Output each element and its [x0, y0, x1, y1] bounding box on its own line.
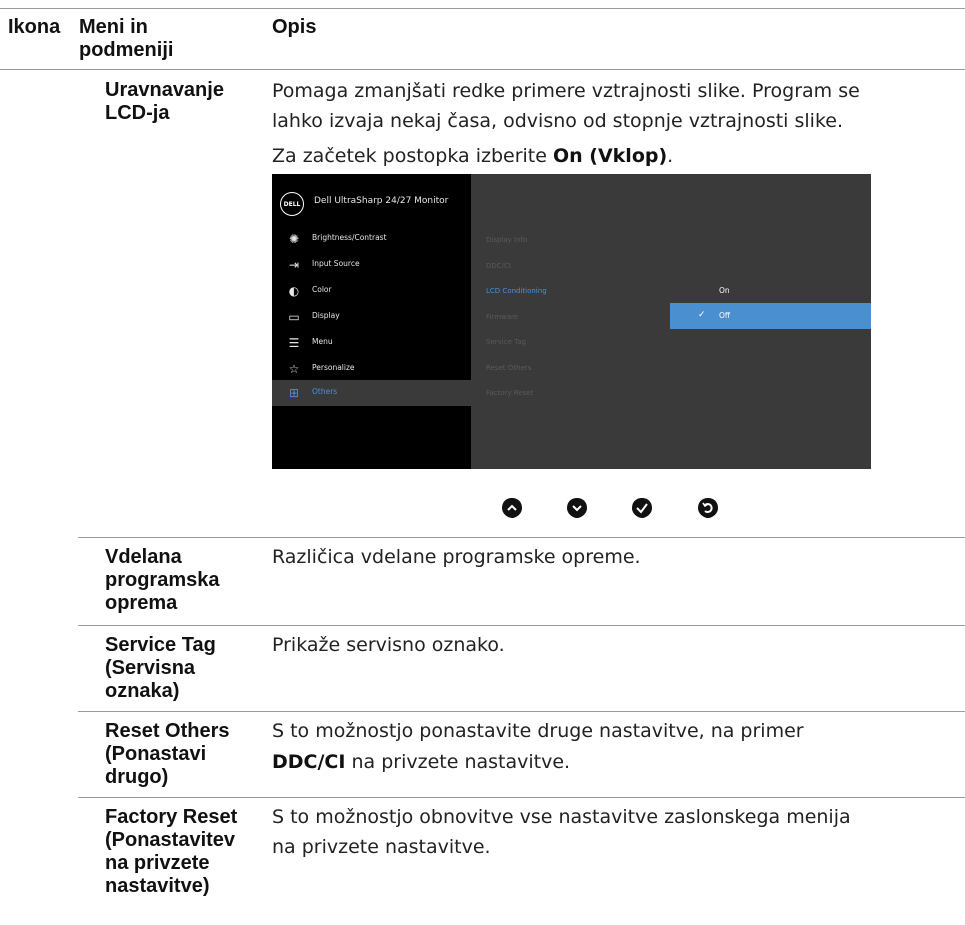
- row-rule-4: [78, 797, 965, 798]
- up-icon: [502, 498, 522, 518]
- osd-main-panel: DELL Dell UltraSharp 24/27 Monitor ✺ Bri…: [272, 174, 471, 469]
- menu-lcd-line2: LCD-ja: [105, 102, 170, 124]
- input-icon: ⇥: [288, 258, 300, 272]
- menu-resetothers-line3: drugo): [105, 766, 169, 788]
- desc-factoryreset-line1: S to možnostjo obnovitve vse nastavitve …: [272, 806, 851, 828]
- row-rule-2: [78, 625, 965, 626]
- menu-firmware-line2: programska: [105, 569, 220, 591]
- table-top-rule: [0, 8, 965, 9]
- down-icon: [567, 498, 587, 518]
- menu-factoryreset-line4: nastavitve): [105, 875, 210, 897]
- osd-menu-brightness: ✺ Brightness/Contrast: [272, 226, 471, 252]
- osd-sub-firmware: Firmware: [486, 313, 519, 321]
- menu-resetothers-line2: (Ponastavi: [105, 743, 207, 765]
- header-bottom-rule: [0, 69, 965, 70]
- menu-servicetag-line2: (Servisna: [105, 657, 196, 679]
- monitor-icon: ▭: [288, 310, 300, 324]
- menu-lcd-line1: Uravnavanje: [105, 79, 224, 101]
- desc-lcd-start: Za začetek postopka izberite On (Vklop).: [272, 145, 674, 167]
- osd-sub-factory-reset: Factory Reset: [486, 389, 534, 397]
- menu-servicetag-line1: Service Tag: [105, 634, 216, 656]
- desc-resetothers-line1: S to možnostjo ponastavite druge nastavi…: [272, 720, 804, 742]
- osd-option-off: ✓ Off: [670, 303, 871, 329]
- menu-factoryreset-line3: na privzete: [105, 852, 210, 874]
- on-vklop-label: On (Vklop): [552, 145, 668, 167]
- osd-option-on: On: [719, 286, 730, 295]
- header-menu-line1: Meni in: [79, 16, 148, 38]
- row-rule-3: [78, 711, 965, 712]
- osd-sub-service-tag: Service Tag: [486, 338, 526, 346]
- osd-screenshot: DELL Dell UltraSharp 24/27 Monitor ✺ Bri…: [272, 174, 871, 469]
- osd-title: Dell UltraSharp 24/27 Monitor: [314, 196, 449, 206]
- palette-icon: ◐: [288, 284, 300, 298]
- osd-menu-input: ⇥ Input Source: [272, 252, 471, 278]
- sun-icon: ✺: [288, 232, 300, 246]
- desc-lcd-line1: Pomaga zmanjšati redke primere vztrajnos…: [272, 80, 860, 102]
- osd-menu-color: ◐ Color: [272, 278, 471, 304]
- osd-sub-display-info: Display Info: [486, 236, 528, 244]
- back-icon: [698, 498, 718, 518]
- osd-sub-ddcci: DDC/CI: [486, 262, 511, 270]
- menu-icon: ☰: [288, 336, 300, 350]
- dell-logo: DELL: [280, 192, 304, 216]
- menu-firmware-line1: Vdelana: [105, 546, 182, 568]
- check-icon: ✓: [698, 310, 706, 320]
- header-icon: Ikona: [8, 16, 61, 38]
- osd-sub-reset-others: Reset Others: [486, 364, 532, 372]
- osd-menu-menu: ☰ Menu: [272, 330, 471, 356]
- osd-menu-others: ⊞ Others: [272, 380, 471, 406]
- desc-firmware: Različica vdelane programske opreme.: [272, 546, 641, 568]
- menu-factoryreset-line2: (Ponastavitev: [105, 829, 236, 851]
- desc-servicetag: Prikaže servisno oznako.: [272, 634, 505, 656]
- row-rule-1: [78, 537, 965, 538]
- header-desc: Opis: [272, 16, 317, 38]
- header-menu-line2: podmeniji: [79, 39, 174, 61]
- osd-menu-display: ▭ Display: [272, 304, 471, 330]
- menu-resetothers-line1: Reset Others: [105, 720, 230, 742]
- osd-sub-lcd-conditioning: LCD Conditioning: [486, 287, 547, 295]
- ddcci-label: DDC/CI: [272, 751, 346, 773]
- menu-servicetag-line3: oznaka): [105, 680, 180, 702]
- menu-firmware-line3: oprema: [105, 592, 178, 614]
- desc-factoryreset-line2: na privzete nastavitve.: [272, 836, 491, 858]
- star-icon: ☆: [288, 362, 300, 376]
- osd-menu-personalize: ☆ Personalize: [272, 356, 471, 382]
- desc-resetothers-line2: DDC/CI na privzete nastavitve.: [272, 751, 571, 773]
- desc-lcd-line2: lahko izvaja nekaj časa, odvisno od stop…: [272, 110, 843, 132]
- check-icon: [632, 498, 652, 518]
- menu-factoryreset-line1: Factory Reset: [105, 806, 238, 828]
- others-icon: ⊞: [288, 386, 300, 400]
